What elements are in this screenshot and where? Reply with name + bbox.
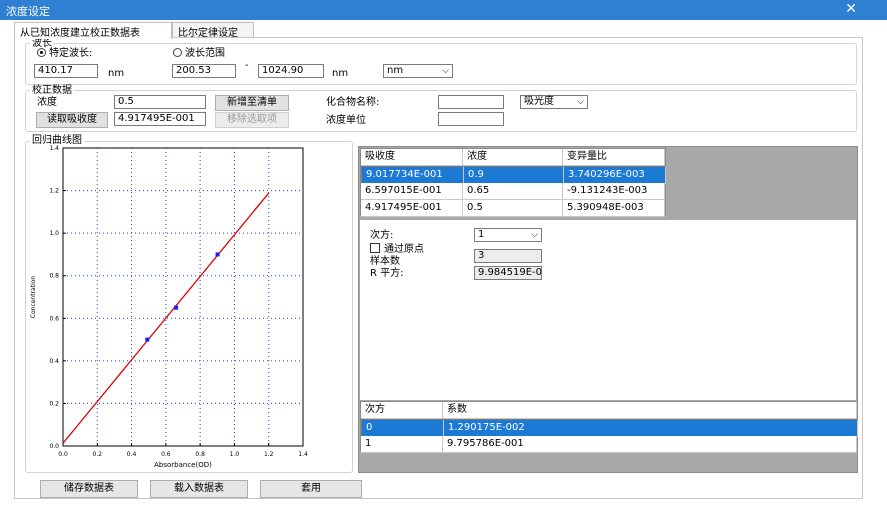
- data-cell: 9.017734E-001: [362, 167, 464, 184]
- y-tick-label: 0.8: [49, 273, 59, 280]
- y-tick-label: 0.0: [49, 443, 59, 450]
- x-tick-label: 0.0: [58, 451, 68, 458]
- data-cell: 5.390948E-003: [563, 200, 665, 217]
- x-tick-label: 1.2: [264, 451, 274, 458]
- x-tick-label: 0.8: [195, 451, 205, 458]
- load-table-button[interactable]: 载入数据表: [150, 480, 248, 498]
- order-select[interactable]: 1 ⌵: [474, 228, 542, 242]
- data-cell: 3.740296E-003: [564, 167, 666, 184]
- data-point: [215, 252, 220, 257]
- y-tick-label: 0.2: [49, 400, 59, 407]
- data-cell: 浓度: [463, 149, 563, 166]
- x-tick-label: 1.4: [298, 451, 308, 458]
- coef-row[interactable]: 0 1.290175E-002: [361, 419, 858, 437]
- compound-name-input[interactable]: [438, 95, 504, 109]
- coef-header-row[interactable]: 次方 系数: [361, 402, 857, 419]
- title-bar: 浓度设定 ✕: [0, 0, 887, 20]
- mode-select[interactable]: 吸光度 ⌵: [520, 95, 588, 109]
- coef-cell: 系数: [443, 402, 857, 419]
- table-row[interactable]: 9.017734E-001 0.9 3.740296E-003: [361, 166, 666, 184]
- order-label: 次方:: [370, 230, 394, 241]
- data-cell: 变异量比: [563, 149, 665, 166]
- coef-row[interactable]: 1 9.795786E-001: [361, 436, 857, 453]
- y-tick-label: 1.2: [49, 188, 59, 195]
- coef-cell: 次方: [361, 402, 443, 419]
- data-cell: 6.597015E-001: [361, 183, 463, 200]
- window-title: 浓度设定: [6, 5, 50, 18]
- read-absorbance-button[interactable]: 读取吸收度: [36, 112, 108, 128]
- range-start-input[interactable]: 200.53: [172, 64, 236, 78]
- data-cell: -9.131243E-003: [563, 183, 665, 200]
- coef-cell: 9.795786E-001: [443, 436, 857, 453]
- checkbox-icon: [370, 243, 380, 253]
- radio-specific-wavelength[interactable]: 特定波长:: [37, 48, 92, 60]
- table-row[interactable]: 6.597015E-001 0.65 -9.131243E-003: [361, 183, 665, 200]
- coef-cell: 1.290175E-002: [444, 420, 858, 437]
- remove-selected-button[interactable]: 移除选取项: [215, 112, 289, 128]
- data-cell: 4.917495E-001: [361, 200, 463, 217]
- radio-on-icon: [37, 48, 46, 57]
- x-tick-label: 0.2: [93, 451, 103, 458]
- close-icon[interactable]: ✕: [845, 1, 857, 17]
- sample-count-label: 样本数: [370, 256, 400, 267]
- table-row[interactable]: 4.917495E-001 0.5 5.390948E-003: [361, 200, 665, 217]
- tab-calibration-table[interactable]: 从已知浓度建立校正数据表: [14, 22, 172, 39]
- r-squared-label: R 平方:: [370, 268, 404, 279]
- data-point: [145, 337, 150, 342]
- y-tick-label: 1.4: [49, 145, 59, 152]
- sample-count-field: 3: [474, 249, 542, 263]
- concentration-input[interactable]: 0.5: [114, 95, 206, 109]
- nm-unit-label-2: nm: [332, 68, 349, 79]
- chevron-down-icon: ⌵: [442, 66, 449, 76]
- y-tick-label: 0.4: [49, 358, 59, 365]
- absorbance-value-field: 4.917495E-001: [114, 112, 206, 126]
- range-dash: -: [245, 60, 249, 71]
- concentration-unit-input[interactable]: [438, 112, 504, 126]
- r-squared-field: 9.984519E-0: [474, 266, 542, 280]
- regression-chart: 0.0 0.2 0.4 0.6 0.8 1.0 1.2 1.4 0.0 0.2 0.4 0.6 0.8 1…: [30, 145, 308, 469]
- x-tick-label: 0.6: [161, 451, 171, 458]
- table-header-row[interactable]: 吸收度 浓度 变异量比: [361, 149, 665, 166]
- chevron-down-icon: ⌵: [531, 230, 538, 240]
- range-end-input[interactable]: 1024.90: [258, 64, 324, 78]
- x-tick-label: 1.0: [230, 451, 240, 458]
- y-tick-label: 0.6: [49, 315, 59, 322]
- coef-cell: 0: [362, 420, 444, 437]
- radio-wavelength-range[interactable]: 波长范围: [173, 48, 225, 60]
- chevron-down-icon: ⌵: [577, 97, 584, 107]
- data-cell: 0.9: [464, 167, 564, 184]
- add-to-list-button[interactable]: 新增至清单: [215, 95, 289, 111]
- specific-wavelength-input[interactable]: 410.17: [34, 64, 98, 78]
- radio-off-icon: [173, 48, 182, 57]
- compound-name-label: 化合物名称:: [326, 97, 380, 108]
- coef-cell: 1: [361, 436, 443, 453]
- through-origin-checkbox[interactable]: 通过原点: [370, 243, 424, 256]
- concentration-unit-label: 浓度单位: [326, 115, 366, 126]
- tab-beer-law[interactable]: 比尔定律设定: [172, 22, 254, 39]
- data-cell: 0.65: [463, 183, 563, 200]
- concentration-label: 浓度: [37, 97, 57, 108]
- x-tick-label: 0.4: [127, 451, 137, 458]
- coefficient-table[interactable]: 次方 系数 0 1.290175E-002 1 9.795786E-001: [360, 401, 858, 453]
- y-tick-label: 1.0: [49, 230, 59, 237]
- absorbance-data-table[interactable]: 吸收度 浓度 变异量比 9.017734E-001 0.9 3.740296E-003 6.…: [360, 148, 666, 217]
- calibration-group-label: 校正数据: [30, 85, 74, 96]
- unit-select[interactable]: nm ⌵: [383, 64, 453, 78]
- save-table-button[interactable]: 储存数据表: [40, 480, 138, 498]
- data-cell: 吸收度: [361, 149, 463, 166]
- regression-panel: [360, 220, 856, 400]
- nm-unit-label: nm: [108, 68, 125, 79]
- data-cell: 0.5: [463, 200, 563, 217]
- apply-button[interactable]: 套用: [260, 480, 362, 498]
- y-axis-label: Concentration: [30, 276, 37, 319]
- x-axis-label: Absorbance(OD): [154, 461, 212, 469]
- data-point: [174, 305, 179, 310]
